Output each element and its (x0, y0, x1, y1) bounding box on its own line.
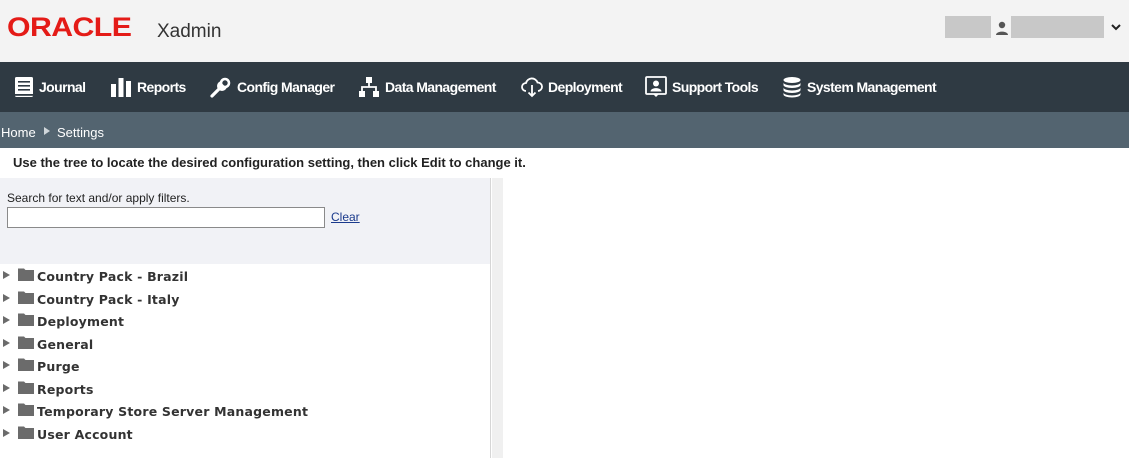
app-name: Xadmin (157, 21, 222, 42)
cloud-download-icon (521, 77, 543, 98)
tree-item-purge[interactable]: Purge (0, 356, 480, 378)
hierarchy-icon (359, 77, 379, 97)
tree-item-general[interactable]: General (0, 334, 480, 356)
breadcrumb: Home Settings (0, 112, 1129, 148)
main-nav: Journal Reports Config Manager Data Mana… (0, 62, 1129, 112)
expand-arrow-icon[interactable] (3, 361, 10, 369)
clear-link[interactable]: Clear (331, 210, 360, 224)
expand-arrow-icon[interactable] (3, 316, 10, 324)
tree-item-country-pack-italy[interactable]: Country Pack - Italy (0, 289, 480, 311)
folder-icon (18, 426, 34, 439)
user-icon (996, 21, 1008, 35)
user-name-placeholder (1011, 16, 1104, 38)
tree-item-label: Deployment (37, 314, 125, 329)
nav-label: Journal (39, 79, 86, 95)
nav-item-system-management[interactable]: System Management (782, 62, 937, 112)
user-menu[interactable] (939, 16, 1129, 38)
database-icon (783, 77, 801, 98)
folder-icon (18, 291, 34, 304)
tree-item-label: Purge (37, 359, 80, 374)
nav-item-journal[interactable]: Journal (14, 62, 86, 112)
expand-arrow-icon[interactable] (3, 294, 10, 302)
setting-detail-pane (503, 178, 1129, 458)
search-input[interactable] (7, 207, 325, 228)
breadcrumb-home-link[interactable]: Home (1, 125, 36, 140)
search-panel: Search for text and/or apply filters. Cl… (0, 178, 490, 264)
folder-icon (18, 381, 34, 394)
nav-item-reports[interactable]: Reports (110, 62, 186, 112)
support-person-icon (645, 76, 667, 97)
expand-arrow-icon[interactable] (3, 406, 10, 414)
nav-label: Deployment (548, 79, 623, 95)
tree-item-label: Temporary Store Server Management (37, 404, 309, 419)
folder-icon (18, 358, 34, 371)
journal-icon (15, 77, 33, 97)
nav-label: Data Management (385, 79, 496, 95)
nav-label: Config Manager (237, 79, 335, 95)
oracle-logo: ORACLE (7, 12, 132, 42)
tree-item-label: Country Pack - Brazil (37, 269, 189, 284)
nav-item-deployment[interactable]: Deployment (521, 62, 623, 112)
bar-chart-icon (111, 78, 131, 97)
nav-item-config-manager[interactable]: Config Manager (210, 62, 335, 112)
settings-tree-pane: Search for text and/or apply filters. Cl… (0, 178, 491, 458)
pane-splitter[interactable] (492, 178, 503, 458)
tree-item-label: Country Pack - Italy (37, 292, 180, 307)
tree-item-country-pack-brazil[interactable]: Country Pack - Brazil (0, 266, 480, 288)
expand-arrow-icon[interactable] (3, 271, 10, 279)
nav-item-data-management[interactable]: Data Management (358, 62, 496, 112)
page-instruction: Use the tree to locate the desired confi… (13, 155, 526, 170)
folder-icon (18, 268, 34, 281)
tree-item-label: General (37, 337, 94, 352)
expand-arrow-icon[interactable] (3, 384, 10, 392)
search-label: Search for text and/or apply filters. (7, 191, 190, 205)
app-header: ORACLE Xadmin (0, 0, 1129, 62)
breadcrumb-current: Settings (57, 125, 104, 140)
folder-icon (18, 336, 34, 349)
expand-arrow-icon[interactable] (3, 429, 10, 437)
tree-item-user-account[interactable]: User Account (0, 424, 480, 446)
tree-item-label: User Account (37, 427, 133, 442)
breadcrumb-separator-icon (44, 127, 50, 135)
expand-arrow-icon[interactable] (3, 339, 10, 347)
nav-item-support-tools[interactable]: Support Tools (645, 62, 759, 112)
user-avatar-placeholder (945, 16, 991, 38)
folder-icon (18, 403, 34, 416)
nav-label: Reports (137, 79, 186, 95)
nav-label: System Management (807, 79, 937, 95)
tree-item-deployment[interactable]: Deployment (0, 311, 480, 333)
tree-item-temporary-store-server-management[interactable]: Temporary Store Server Management (0, 401, 480, 423)
tree-item-label: Reports (37, 382, 94, 397)
tree-item-reports[interactable]: Reports (0, 379, 480, 401)
folder-icon (18, 313, 34, 326)
nav-label: Support Tools (672, 79, 759, 95)
wrench-icon (210, 77, 231, 98)
chevron-down-icon[interactable] (1110, 21, 1122, 33)
